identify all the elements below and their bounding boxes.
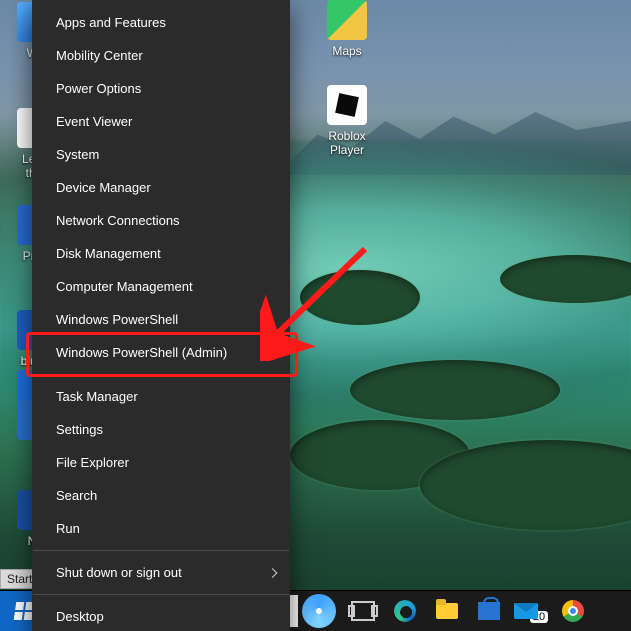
menu-item-label: Run (56, 521, 80, 536)
menu-windows-powershell[interactable]: Windows PowerShell (32, 303, 290, 336)
menu-item-label: Power Options (56, 81, 141, 96)
cortana-icon (302, 594, 336, 628)
cortana-button[interactable] (300, 591, 342, 631)
menu-disk-management[interactable]: Disk Management (32, 237, 290, 270)
wallpaper-island (350, 360, 560, 420)
menu-apps-and-features[interactable]: Apps and Features (32, 6, 290, 39)
menu-task-manager[interactable]: Task Manager (32, 380, 290, 413)
menu-separator (33, 374, 289, 375)
menu-item-label: Task Manager (56, 389, 138, 404)
menu-desktop[interactable]: Desktop (32, 600, 290, 631)
menu-item-label: System (56, 147, 99, 162)
menu-item-label: Windows PowerShell (Admin) (56, 345, 227, 360)
menu-item-label: Desktop (56, 609, 104, 624)
menu-item-label: Search (56, 488, 97, 503)
menu-mobility-center[interactable]: Mobility Center (32, 39, 290, 72)
menu-event-viewer[interactable]: Event Viewer (32, 105, 290, 138)
menu-system[interactable]: System (32, 138, 290, 171)
mail-icon (514, 603, 538, 619)
edge-icon (394, 600, 416, 622)
task-view-icon (351, 601, 375, 621)
desktop-icon-maps[interactable]: Maps (310, 0, 384, 58)
chrome-icon (562, 600, 584, 622)
menu-device-manager[interactable]: Device Manager (32, 171, 290, 204)
menu-separator (33, 550, 289, 551)
menu-item-label: Apps and Features (56, 15, 166, 30)
menu-item-label: File Explorer (56, 455, 129, 470)
menu-item-label: Disk Management (56, 246, 161, 261)
menu-computer-management[interactable]: Computer Management (32, 270, 290, 303)
menu-item-label: Event Viewer (56, 114, 132, 129)
menu-shut-down-or-sign-out[interactable]: Shut down or sign out (32, 556, 290, 589)
menu-item-label: Network Connections (56, 213, 180, 228)
task-view-button[interactable] (342, 591, 384, 631)
taskbar-app-edge[interactable] (384, 591, 426, 631)
menu-item-label: Computer Management (56, 279, 193, 294)
roblox-icon (327, 85, 367, 125)
menu-item-label: Device Manager (56, 180, 151, 195)
taskbar-app-file-explorer[interactable] (426, 591, 468, 631)
menu-separator (33, 594, 289, 595)
taskbar-app-chrome[interactable] (552, 591, 594, 631)
chevron-right-icon (268, 568, 278, 578)
menu-item-label: Mobility Center (56, 48, 143, 63)
desktop-icon-label: Roblox Player (310, 129, 384, 157)
menu-search[interactable]: Search (32, 479, 290, 512)
menu-item-label: Windows PowerShell (56, 312, 178, 327)
folder-icon (436, 603, 458, 619)
menu-settings[interactable]: Settings (32, 413, 290, 446)
winx-menu: Apps and Features Mobility Center Power … (32, 0, 290, 631)
menu-item-label: Settings (56, 422, 103, 437)
menu-run[interactable]: Run (32, 512, 290, 545)
tooltip-text: Start (7, 572, 32, 586)
wallpaper-island (300, 270, 420, 325)
desktop-icon-roblox-player[interactable]: Roblox Player (310, 85, 384, 157)
menu-file-explorer[interactable]: File Explorer (32, 446, 290, 479)
desktop-icon-label: Maps (310, 44, 384, 58)
taskbar-app-store[interactable] (468, 591, 510, 631)
menu-power-options[interactable]: Power Options (32, 72, 290, 105)
taskbar-app-mail[interactable]: 20 (510, 591, 552, 631)
maps-icon (327, 0, 367, 40)
menu-network-connections[interactable]: Network Connections (32, 204, 290, 237)
store-icon (478, 602, 500, 620)
menu-item-label: Shut down or sign out (56, 565, 182, 580)
menu-windows-powershell-admin[interactable]: Windows PowerShell (Admin) (32, 336, 290, 369)
